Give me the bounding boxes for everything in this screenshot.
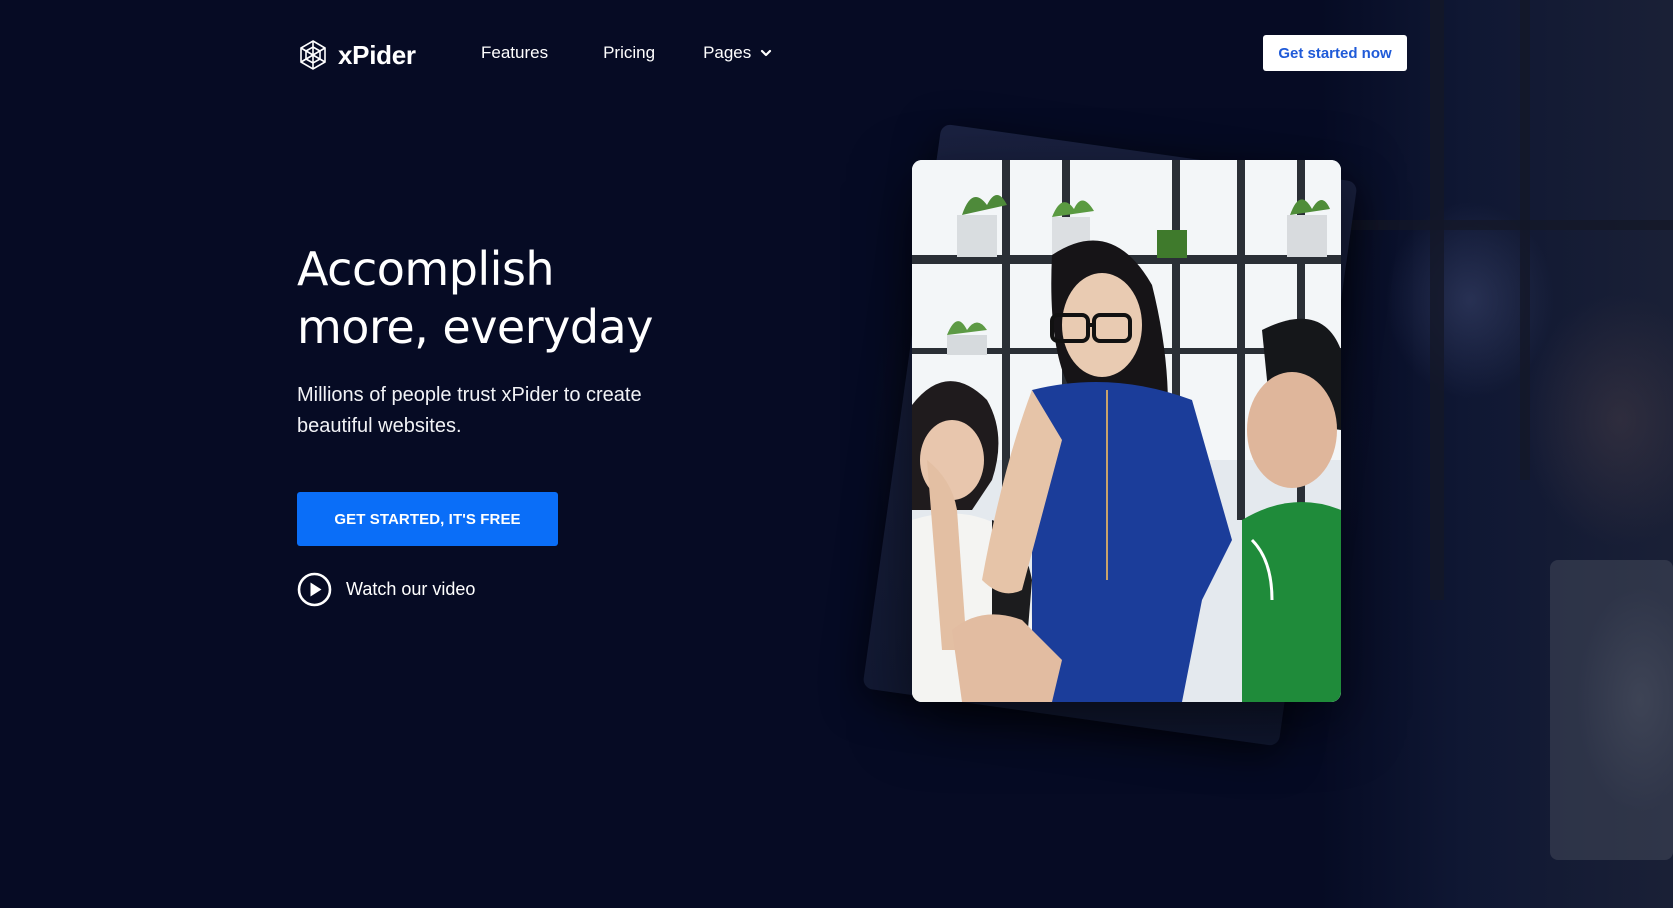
get-started-free-button[interactable]: GET STARTED, IT'S FREE <box>297 492 558 546</box>
nav-links: Features Pricing Pages <box>481 43 772 63</box>
hero-subtitle-line-1: Millions of people trust xPider to creat… <box>297 384 642 406</box>
nav-link-pages-label: Pages <box>703 43 752 62</box>
spider-web-icon <box>300 40 326 70</box>
hero-title: Accomplish more, everyday <box>297 240 717 356</box>
hero-title-line-2: more, everyday <box>297 300 653 354</box>
play-circle-icon <box>297 572 332 607</box>
team-photo-illustration <box>912 160 1341 702</box>
chevron-down-icon <box>761 49 772 57</box>
hero-title-line-1: Accomplish <box>297 242 555 296</box>
get-started-now-button[interactable]: Get started now <box>1263 35 1407 71</box>
nav-link-pricing[interactable]: Pricing <box>603 43 655 63</box>
hero-subtitle: Millions of people trust xPider to creat… <box>297 380 677 442</box>
top-navigation: xPider Features Pricing Pages Get starte… <box>297 34 1407 72</box>
nav-link-features[interactable]: Features <box>481 43 548 63</box>
watch-video-link[interactable]: Watch our video <box>297 572 475 607</box>
hero-subtitle-line-2: beautiful websites. <box>297 415 462 437</box>
nav-link-pages[interactable]: Pages <box>703 43 772 63</box>
logo-text: xPider <box>338 39 416 70</box>
logo-link[interactable]: xPider <box>297 39 416 71</box>
hero-image <box>912 160 1341 702</box>
watch-video-label: Watch our video <box>346 579 476 599</box>
landing-page: xPider Features Pricing Pages Get starte… <box>0 0 1673 908</box>
